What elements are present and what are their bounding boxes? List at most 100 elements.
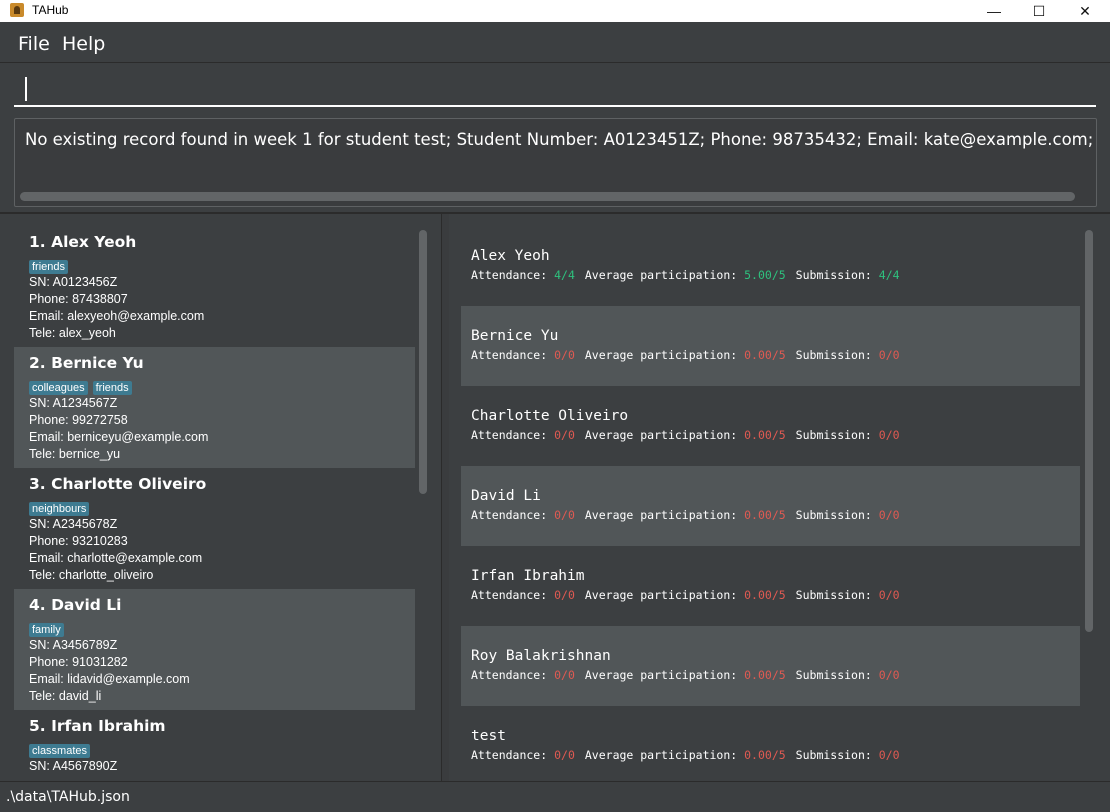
tag-badge: neighbours [29, 502, 90, 516]
stat-line: Attendance: 0/0 Average participation: 0.… [471, 588, 1080, 602]
person-list-panel: 1. Alex Yeoh friends SN: A0123456Z Phone: 8… [0, 214, 441, 781]
submission-label: Submission: [795, 428, 879, 442]
menu-bar: File Help [0, 22, 1110, 63]
maximize-button[interactable]: ☐ [1016, 0, 1062, 22]
attendance-value: 0/0 [554, 588, 575, 602]
participation-label: Average participation: [584, 348, 745, 362]
attendance-value: 0/0 [554, 668, 575, 682]
submission-label: Submission: [795, 348, 879, 362]
person-tele: Tele: david_li [29, 689, 102, 703]
person-card[interactable]: 2. Bernice Yu colleagues friends SN: A12345… [14, 347, 415, 468]
person-phone: Phone: 91031282 [29, 655, 128, 669]
participation-value: 0.00/5 [744, 348, 786, 362]
stat-student-name: Charlotte Oliveiro [471, 408, 629, 424]
submission-value: 0/0 [878, 588, 900, 602]
attendance-value: 0/0 [554, 508, 575, 522]
menu-help[interactable]: Help [62, 33, 105, 55]
stat-line: Attendance: 0/0 Average participation: 0.… [471, 668, 1080, 682]
close-button[interactable]: ✕ [1062, 0, 1108, 22]
participation-value: 0.00/5 [744, 508, 786, 522]
tag-list: colleagues friends [29, 378, 415, 395]
tag-badge: friends [92, 381, 132, 395]
participation-label: Average participation: [584, 668, 745, 682]
submission-label: Submission: [795, 668, 879, 682]
submission-value: 0/0 [878, 428, 900, 442]
text-caret [25, 77, 27, 101]
save-location: .\data\TAHub.json [6, 789, 130, 805]
command-input[interactable] [14, 67, 1096, 107]
stat-row[interactable]: test Attendance: 0/0 Average participation… [461, 706, 1080, 781]
stats-list-scrollbar[interactable] [1085, 230, 1093, 632]
tag-badge: family [29, 623, 64, 637]
participation-value: 0.00/5 [744, 428, 786, 442]
tag-badge: friends [29, 260, 69, 274]
person-card[interactable]: 3. Charlotte Oliveiro neighbours SN: A2345… [14, 468, 415, 589]
person-tele: Tele: alex_yeoh [29, 326, 116, 340]
submission-label: Submission: [795, 508, 879, 522]
person-name: 5. Irfan Ibrahim [29, 717, 166, 735]
stat-line: Attendance: 4/4 Average participation: 5.… [471, 268, 1080, 282]
stat-row[interactable]: Roy Balakrishnan Attendance: 0/0 Average p… [461, 626, 1080, 706]
result-text: No existing record found in week 1 for s… [25, 130, 1096, 149]
person-tele: Tele: charlotte_oliveiro [29, 568, 154, 582]
tag-list: friends [29, 257, 415, 274]
window-title: TAHub [32, 3, 69, 17]
stat-line: Attendance: 0/0 Average participation: 0.… [471, 348, 1080, 362]
stats-panel: Alex Yeoh Attendance: 4/4 Average particip… [449, 214, 1110, 781]
submission-value: 0/0 [878, 668, 900, 682]
submission-value: 4/4 [878, 268, 900, 282]
attendance-label: Attendance: [471, 348, 555, 362]
attendance-value: 0/0 [554, 428, 575, 442]
stat-line: Attendance: 0/0 Average participation: 0.… [471, 508, 1080, 522]
tag-badge: colleagues [29, 381, 88, 395]
tag-list: classmates [29, 741, 415, 758]
person-card[interactable]: 5. Irfan Ibrahim classmates SN: A4567890Z [14, 710, 415, 781]
person-tele: Tele: bernice_yu [29, 447, 121, 461]
person-phone: Phone: 99272758 [29, 413, 128, 427]
stats-list[interactable]: Alex Yeoh Attendance: 4/4 Average particip… [461, 226, 1080, 781]
participation-label: Average participation: [584, 428, 745, 442]
horizontal-scrollbar[interactable] [20, 192, 1075, 201]
result-display[interactable]: No existing record found in week 1 for s… [14, 118, 1097, 207]
person-list-scrollbar[interactable] [419, 230, 427, 494]
person-card[interactable]: 4. David Li family SN: A3456789Z Phone: 910… [14, 589, 415, 710]
person-card[interactable]: 1. Alex Yeoh friends SN: A0123456Z Phone: 8… [14, 226, 415, 347]
participation-label: Average participation: [584, 748, 745, 762]
person-sn: SN: A1234567Z [29, 396, 118, 410]
stat-row[interactable]: David Li Attendance: 0/0 Average participa… [461, 466, 1080, 546]
attendance-label: Attendance: [471, 668, 555, 682]
attendance-value: 0/0 [554, 748, 575, 762]
person-phone: Phone: 93210283 [29, 534, 128, 548]
submission-label: Submission: [795, 748, 879, 762]
tag-list: family [29, 620, 415, 637]
menu-file[interactable]: File [18, 33, 50, 55]
stat-student-name: Roy Balakrishnan [471, 648, 611, 664]
person-list[interactable]: 1. Alex Yeoh friends SN: A0123456Z Phone: 8… [14, 226, 415, 781]
stat-row[interactable]: Bernice Yu Attendance: 0/0 Average partici… [461, 306, 1080, 386]
title-bar: TAHub — ☐ ✕ [0, 0, 1110, 22]
stat-student-name: Irfan Ibrahim [471, 568, 585, 584]
participation-value: 0.00/5 [744, 748, 786, 762]
person-sn: SN: A3456789Z [29, 638, 118, 652]
command-area [0, 63, 1110, 113]
person-name: 2. Bernice Yu [29, 354, 144, 372]
submission-value: 0/0 [878, 748, 900, 762]
stat-student-name: David Li [471, 488, 541, 504]
person-name: 4. David Li [29, 596, 122, 614]
status-bar: .\data\TAHub.json [0, 781, 1110, 812]
stat-student-name: test [471, 728, 506, 744]
participation-value: 5.00/5 [744, 268, 786, 282]
minimize-button[interactable]: — [971, 0, 1017, 22]
submission-label: Submission: [795, 268, 879, 282]
person-phone: Phone: 87438807 [29, 292, 128, 306]
stat-row[interactable]: Alex Yeoh Attendance: 4/4 Average particip… [461, 226, 1080, 306]
person-name: 1. Alex Yeoh [29, 233, 137, 251]
attendance-label: Attendance: [471, 268, 555, 282]
stat-row[interactable]: Charlotte Oliveiro Attendance: 0/0 Average… [461, 386, 1080, 466]
attendance-value: 4/4 [554, 268, 575, 282]
person-email: Email: charlotte@example.com [29, 551, 203, 565]
participation-label: Average participation: [584, 268, 745, 282]
stat-row[interactable]: Irfan Ibrahim Attendance: 0/0 Average part… [461, 546, 1080, 626]
participation-label: Average participation: [584, 508, 745, 522]
tag-badge: classmates [29, 744, 91, 758]
